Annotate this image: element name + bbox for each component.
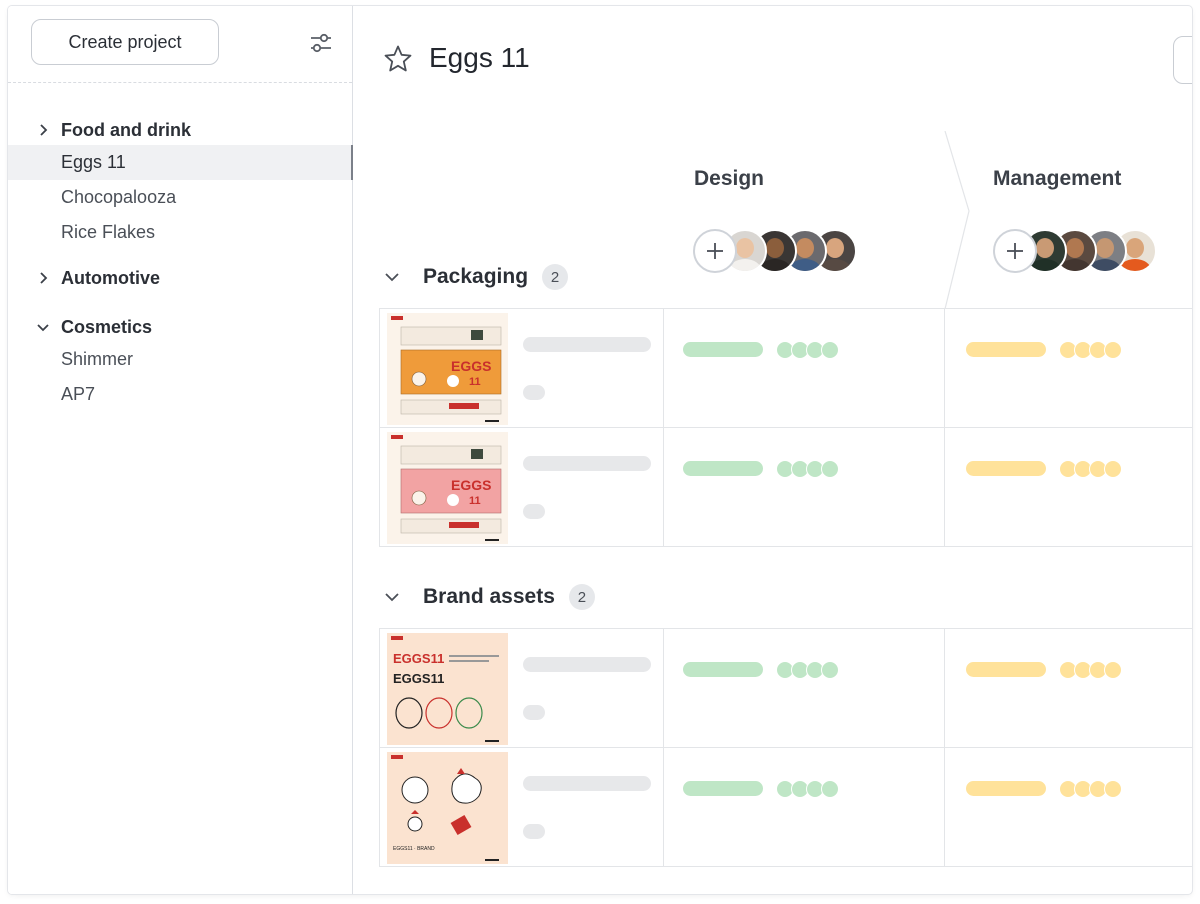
approval-dots <box>1059 780 1122 798</box>
count-badge: 2 <box>568 584 595 610</box>
design-status-cell <box>662 309 945 427</box>
column-header-management: Management <box>993 167 1122 190</box>
chevron-right-icon <box>40 124 48 136</box>
design-team-avatars <box>693 229 857 273</box>
status-pill <box>683 461 763 476</box>
approval-dots <box>1059 661 1122 679</box>
status-pill <box>683 781 763 796</box>
design-status-cell <box>662 629 945 747</box>
table-row[interactable]: EGGS 11 <box>379 309 1192 428</box>
status-pill <box>966 461 1046 476</box>
skeleton-chip <box>523 504 545 519</box>
nav-item-chocopalooza[interactable]: Chocopalooza <box>8 180 352 215</box>
design-status-cell <box>662 748 945 866</box>
asset-cell: EGGS11 · BRAND <box>379 748 664 866</box>
svg-text:11: 11 <box>469 376 481 388</box>
nav-item-ap7[interactable]: AP7 <box>8 377 352 412</box>
svg-text:EGGS11: EGGS11 <box>393 651 444 666</box>
sidebar-header: Create project <box>8 6 352 83</box>
chevron-right-icon <box>40 272 48 284</box>
nav-item-shimmer[interactable]: Shimmer <box>8 342 352 377</box>
asset-thumbnail[interactable]: EGGS 11 <box>387 432 508 544</box>
skeleton-line <box>523 657 651 672</box>
nav-item-rice-flakes[interactable]: Rice Flakes <box>8 215 352 250</box>
nav-group-label: Food and drink <box>61 119 191 140</box>
approval-dots <box>1059 460 1122 478</box>
page-title: Eggs 11 <box>429 42 530 73</box>
approval-dots <box>776 661 839 679</box>
nav-item-eggs-11[interactable]: Eggs 11 <box>8 145 353 180</box>
create-project-button[interactable]: Create project <box>31 19 219 65</box>
table-row[interactable]: EGGS11 EGGS11 <box>379 629 1192 748</box>
asset-thumbnail[interactable]: EGGS11 EGGS11 <box>387 633 508 745</box>
section-title: Brand assets <box>423 585 555 608</box>
management-team-avatars <box>993 229 1157 273</box>
add-member-button[interactable] <box>993 229 1037 273</box>
project-tree: Food and drink Eggs 11 Chocopalooza Rice… <box>8 114 353 412</box>
nav-group-label: Cosmetics <box>61 316 153 337</box>
asset-thumbnail[interactable]: EGGS11 · BRAND <box>387 752 508 864</box>
asset-thumbnail[interactable]: EGGS 11 <box>387 313 508 425</box>
nav-group-automotive[interactable]: Automotive <box>8 263 352 293</box>
nav-group-food-and-drink[interactable]: Food and drink <box>8 115 352 145</box>
status-pill <box>966 781 1046 796</box>
packaging-table: EGGS 11 EGGS 11 <box>379 308 1192 547</box>
star-icon[interactable] <box>383 44 413 74</box>
skeleton-line <box>523 456 651 471</box>
count-badge: 2 <box>542 264 569 290</box>
status-pill <box>683 342 763 357</box>
nav-group-label: Automotive <box>61 267 160 288</box>
approval-dots <box>1059 341 1122 359</box>
skeleton-chip <box>523 705 545 720</box>
plus-icon <box>707 243 723 259</box>
svg-text:11: 11 <box>469 495 481 507</box>
column-divider <box>944 131 970 309</box>
section-header-brand-assets[interactable]: Brand assets 2 <box>383 584 595 610</box>
skeleton-chip <box>523 385 545 400</box>
chevron-down-icon <box>37 324 49 332</box>
approval-dots <box>776 460 839 478</box>
chevron-down-icon[interactable] <box>383 268 401 286</box>
svg-text:EGGS: EGGS <box>451 358 491 374</box>
asset-cell: EGGS 11 <box>379 428 664 546</box>
app-window: Create project Food and drink Eggs 11 Ch… <box>8 6 1192 894</box>
skeleton-line <box>523 776 651 791</box>
section-title: Packaging <box>423 265 529 288</box>
column-header-design: Design <box>694 167 765 190</box>
plus-icon <box>1007 243 1023 259</box>
svg-text:EGGS11: EGGS11 <box>393 671 444 686</box>
filter-sliders-icon[interactable] <box>308 30 334 56</box>
sidebar: Create project Food and drink Eggs 11 Ch… <box>8 6 353 894</box>
table-row[interactable]: EGGS 11 <box>379 428 1192 547</box>
main-content: Eggs 11 Design Management Packaging 2 EG… <box>353 6 1192 894</box>
skeleton-line <box>523 337 651 352</box>
add-member-button[interactable] <box>693 229 737 273</box>
status-pill <box>966 342 1046 357</box>
chevron-down-icon[interactable] <box>383 588 401 606</box>
section-header-packaging[interactable]: Packaging 2 <box>383 264 569 290</box>
approval-dots <box>776 341 839 359</box>
svg-text:EGGS11 · BRAND: EGGS11 · BRAND <box>393 846 435 852</box>
status-pill <box>966 662 1046 677</box>
status-pill <box>683 662 763 677</box>
collapse-panel-button[interactable] <box>1173 36 1192 84</box>
svg-text:EGGS: EGGS <box>451 477 491 493</box>
table-row[interactable]: EGGS11 · BRAND <box>379 748 1192 867</box>
design-status-cell <box>662 428 945 546</box>
nav-group-cosmetics[interactable]: Cosmetics <box>8 312 352 342</box>
approval-dots <box>776 780 839 798</box>
skeleton-chip <box>523 824 545 839</box>
asset-cell: EGGS11 EGGS11 <box>379 629 664 747</box>
brand-assets-table: EGGS11 EGGS11 EGGS11 · BRAND <box>379 628 1192 867</box>
asset-cell: EGGS 11 <box>379 309 664 427</box>
